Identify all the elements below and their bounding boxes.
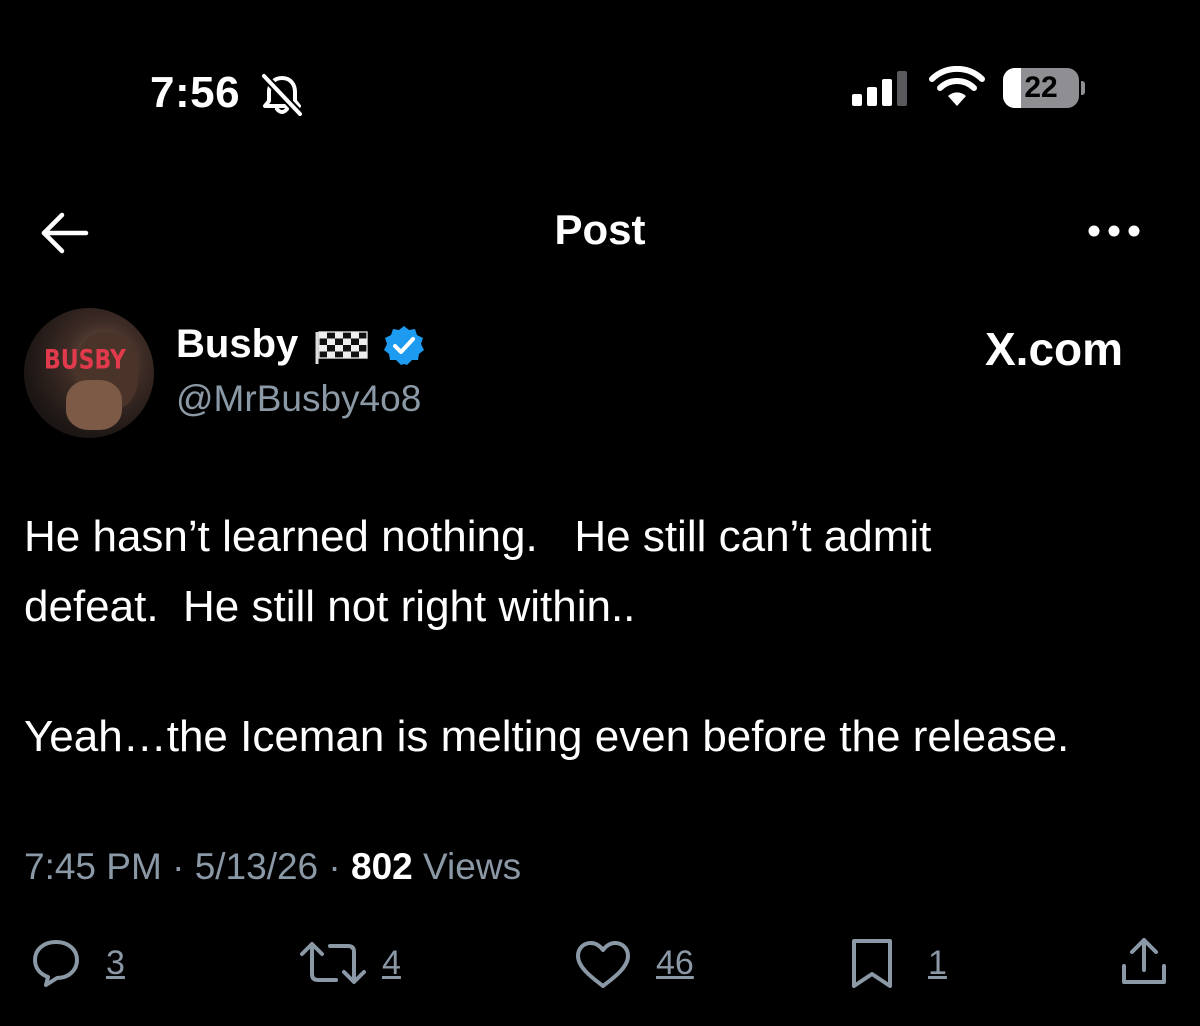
views-count: 802 [351,846,413,887]
more-dots-icon[interactable] [1086,216,1142,246]
reply-bubble-icon[interactable] [30,938,82,988]
bookmark-count[interactable]: 1 [928,944,947,983]
bell-slash-icon [261,73,303,116]
reply-count[interactable]: 3 [106,944,125,983]
page-title: Post [554,206,646,253]
repost-count[interactable]: 4 [382,944,401,983]
avatar[interactable]: BUSBY [24,308,154,438]
battery-percent: 22 [1024,71,1058,104]
battery-icon: 22 [1003,68,1085,108]
source-watermark: X.com [985,323,1124,375]
avatar-logo: BUSBY [44,345,126,376]
wifi-icon [929,66,985,106]
post-text-line: He hasn’t learned nothing. He still can’… [24,512,932,561]
verified-badge-icon[interactable] [382,324,426,368]
post-meta: 7:45 PM · 5/13/26 · 802 Views [24,846,521,888]
bookmark-icon[interactable] [848,938,896,990]
views-label: Views [412,846,522,887]
checkered-flag-icon [315,331,368,364]
post-text-line: Yeah…the Iceman is melting even before t… [24,712,1070,761]
meta-separator: · [161,846,195,887]
repost-icon[interactable] [298,940,368,986]
like-count[interactable]: 46 [656,944,694,983]
meta-separator: · [318,846,352,887]
author-display-name[interactable]: Busby [176,322,298,367]
cellular-signal-icon [852,71,907,106]
share-icon[interactable] [1118,936,1170,988]
post-date[interactable]: 5/13/26 [195,846,318,887]
status-time: 7:56 [150,68,241,117]
author-handle[interactable]: @MrBusby4o8 [176,378,421,420]
post-time[interactable]: 7:45 PM [24,846,162,887]
heart-icon[interactable] [574,940,632,990]
post-text-line: defeat. He still not right within.. [24,582,636,631]
